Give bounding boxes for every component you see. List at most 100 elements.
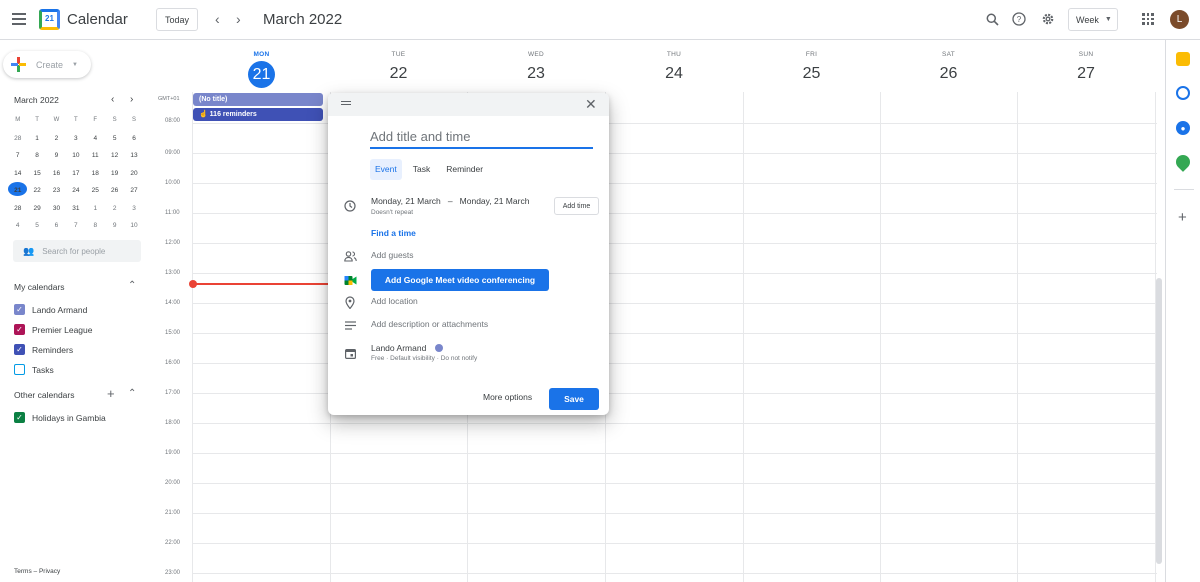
settings-gear-icon[interactable] (1040, 11, 1056, 27)
mini-day[interactable]: 2 (47, 130, 66, 148)
next-week-icon[interactable]: › (236, 11, 241, 27)
mini-day[interactable]: 20 (124, 165, 143, 183)
event-title-input[interactable]: Add title and time (370, 129, 593, 149)
mini-day-selected[interactable]: 21 (8, 182, 28, 200)
other-calendars-heading[interactable]: Other calendars (14, 390, 74, 400)
tasks-icon[interactable] (1176, 86, 1190, 100)
mini-day[interactable]: 3 (124, 200, 143, 218)
mini-day[interactable]: 7 (66, 217, 85, 235)
mini-day[interactable]: 10 (66, 147, 85, 165)
day-date[interactable]: 27 (1017, 61, 1155, 87)
close-icon[interactable]: ✕ (585, 96, 597, 113)
mini-day[interactable]: 28 (8, 200, 27, 218)
calendar-item-holidays-gambia[interactable]: ✓ Holidays in Gambia (14, 412, 106, 423)
mini-prev-month-icon[interactable]: ‹ (111, 94, 114, 105)
search-people-input[interactable]: 👥 Search for people (13, 240, 141, 262)
add-guests-input[interactable]: Add guests (371, 250, 414, 260)
save-button[interactable]: Save (549, 388, 599, 410)
mini-day[interactable]: 9 (47, 147, 66, 165)
today-button[interactable]: Today (156, 8, 198, 31)
checkbox-checked-icon[interactable]: ✓ (14, 412, 25, 423)
day-header-mon[interactable]: MON 21 (193, 40, 330, 92)
selected-calendar-name[interactable]: Lando Armand (371, 343, 426, 353)
view-selector[interactable]: Week ▼ (1068, 8, 1118, 31)
find-a-time-link[interactable]: Find a time (371, 228, 416, 238)
calendar-item-tasks[interactable]: Tasks (14, 364, 54, 375)
mini-day[interactable]: 5 (105, 130, 124, 148)
allday-event-no-title[interactable]: (No title) (193, 93, 323, 106)
add-google-meet-button[interactable]: Add Google Meet video conferencing (371, 269, 549, 291)
create-button[interactable]: Create ▼ (3, 51, 91, 78)
checkbox-checked-icon[interactable]: ✓ (14, 304, 25, 315)
search-icon[interactable] (984, 11, 1000, 27)
vertical-scrollbar[interactable] (1156, 278, 1162, 564)
mini-day[interactable]: 6 (47, 217, 66, 235)
mini-day[interactable]: 10 (124, 217, 143, 235)
mini-day[interactable]: 22 (27, 182, 46, 200)
mini-day[interactable]: 24 (66, 182, 85, 200)
day-header-tue[interactable]: TUE 22 (330, 40, 467, 92)
mini-day[interactable]: 1 (27, 130, 46, 148)
mini-day[interactable]: 17 (66, 165, 85, 183)
day-date[interactable]: 24 (605, 61, 743, 87)
day-date[interactable]: 26 (880, 61, 1017, 87)
get-addons-plus-icon[interactable]: + (1178, 209, 1187, 226)
mini-day[interactable]: 31 (66, 200, 85, 218)
add-description-input[interactable]: Add description or attachments (371, 319, 488, 329)
calendar-item-reminders[interactable]: ✓ Reminders (14, 344, 73, 355)
mini-day[interactable]: 11 (86, 147, 105, 165)
checkbox-unchecked-icon[interactable] (14, 364, 25, 375)
event-date-range[interactable]: Monday, 21 March – Monday, 21 March (371, 196, 529, 206)
calendar-settings-summary[interactable]: Free · Default visibility · Do not notif… (371, 355, 477, 362)
mini-day[interactable]: 28 (8, 130, 27, 148)
day-header-wed[interactable]: WED 23 (467, 40, 605, 92)
day-header-thu[interactable]: THU 24 (605, 40, 743, 92)
contacts-icon[interactable]: ● (1176, 121, 1190, 135)
mini-day[interactable]: 13 (124, 147, 143, 165)
day-header-sat[interactable]: SAT 26 (880, 40, 1017, 92)
checkbox-checked-icon[interactable]: ✓ (14, 324, 25, 335)
mini-day[interactable]: 5 (27, 217, 46, 235)
more-options-button[interactable]: More options (483, 392, 532, 402)
day-date[interactable]: 25 (743, 61, 880, 87)
add-time-button[interactable]: Add time (554, 197, 599, 215)
collapse-chevron-up-icon[interactable]: ⌃ (128, 388, 136, 399)
mini-day[interactable]: 2 (105, 200, 124, 218)
account-avatar[interactable]: L (1170, 10, 1189, 29)
mini-day[interactable]: 27 (124, 182, 143, 200)
checkbox-checked-icon[interactable]: ✓ (14, 344, 25, 355)
repeat-setting[interactable]: Doesn't repeat (371, 209, 413, 216)
mini-day[interactable]: 6 (124, 130, 143, 148)
mini-day[interactable]: 12 (105, 147, 124, 165)
mini-day[interactable]: 9 (105, 217, 124, 235)
day-date[interactable]: 23 (467, 61, 605, 87)
collapse-chevron-up-icon[interactable]: ⌃ (128, 280, 136, 291)
mini-day[interactable]: 16 (47, 165, 66, 183)
maps-icon[interactable] (1173, 152, 1193, 172)
day-header-fri[interactable]: FRI 25 (743, 40, 880, 92)
mini-day[interactable]: 1 (86, 200, 105, 218)
mini-day[interactable]: 18 (86, 165, 105, 183)
drag-handle-icon[interactable] (341, 101, 351, 107)
terms-link[interactable]: Terms (14, 568, 32, 575)
add-calendar-plus-icon[interactable]: + (107, 386, 115, 401)
mini-next-month-icon[interactable]: › (130, 94, 133, 105)
privacy-link[interactable]: Privacy (39, 568, 60, 575)
mini-day[interactable]: 8 (86, 217, 105, 235)
apps-grid-icon[interactable] (1142, 13, 1154, 25)
tab-task[interactable]: Task (408, 159, 435, 180)
previous-week-icon[interactable]: ‹ (215, 11, 220, 27)
help-icon[interactable]: ? (1011, 11, 1027, 27)
mini-day[interactable]: 7 (8, 147, 27, 165)
tab-reminder[interactable]: Reminder (441, 159, 488, 180)
mini-day[interactable]: 4 (86, 130, 105, 148)
mini-day[interactable]: 3 (66, 130, 85, 148)
mini-day[interactable]: 25 (86, 182, 105, 200)
day-header-sun[interactable]: SUN 27 (1017, 40, 1155, 92)
tab-event[interactable]: Event (370, 159, 402, 180)
mini-day[interactable]: 26 (105, 182, 124, 200)
calendar-item-lando-armand[interactable]: ✓ Lando Armand (14, 304, 87, 315)
mini-day[interactable]: 30 (47, 200, 66, 218)
mini-day[interactable]: 14 (8, 165, 27, 183)
mini-day[interactable]: 4 (8, 217, 27, 235)
